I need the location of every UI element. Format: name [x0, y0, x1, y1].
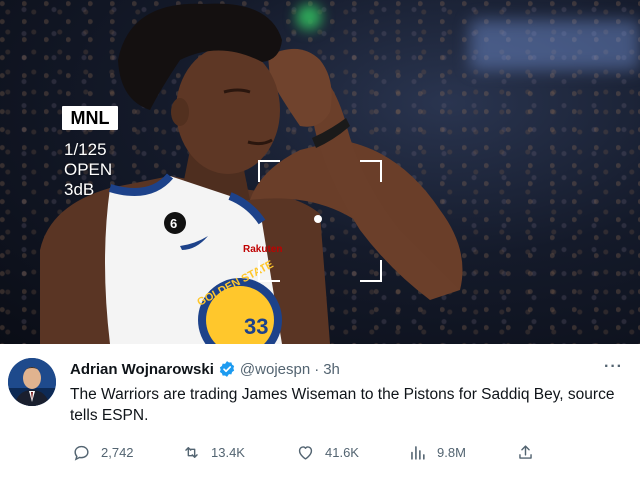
views-icon: [411, 445, 425, 460]
retweet-button[interactable]: 13.4K: [182, 440, 245, 464]
retweet-icon: [185, 446, 198, 458]
avatar-image: [8, 358, 56, 406]
tweet-text: The Warriors are trading James Wiseman t…: [70, 386, 615, 424]
avatar[interactable]: [8, 358, 56, 406]
tweet-media-photo[interactable]: 33 GOLDEN STATE 6 Rakuten MNL 1/125 OPEN…: [0, 0, 640, 344]
more-icon[interactable]: ···: [604, 358, 623, 376]
separator-dot: ·: [314, 360, 320, 378]
jersey-patch-number: 6: [170, 216, 177, 231]
reply-count: 2,742: [101, 444, 134, 460]
author-handle[interactable]: @wojespn: [240, 361, 310, 378]
verified-badge-icon: [219, 361, 235, 377]
reply-icon: [74, 445, 89, 461]
like-count: 41.6K: [325, 444, 359, 460]
retweet-count: 13.4K: [211, 444, 245, 460]
reply-button[interactable]: 2,742: [72, 440, 134, 464]
camera-aperture: OPEN: [64, 160, 113, 179]
like-button[interactable]: 41.6K: [296, 440, 359, 464]
camera-mode-badge: MNL: [62, 106, 118, 130]
tweet-timestamp[interactable]: 3h: [323, 361, 340, 378]
share-icon: [519, 444, 532, 459]
focus-point-icon: [314, 215, 322, 223]
author-name[interactable]: Adrian Wojnarowski: [70, 361, 214, 378]
tweet-header: Adrian Wojnarowski @wojespn · 3h: [70, 360, 340, 378]
views-count: 9.8M: [437, 444, 466, 460]
tweet-actions: 2,742 13.4K 41.6K 9.8M: [70, 440, 550, 464]
camera-gain: 3dB: [64, 180, 95, 199]
share-button[interactable]: [516, 440, 535, 464]
jersey-big-number: 33: [244, 314, 268, 339]
tweet-card[interactable]: Adrian Wojnarowski @wojespn · 3h ··· The…: [0, 344, 640, 480]
camera-focus-frame: [258, 160, 382, 282]
like-icon: [298, 445, 313, 460]
views-button[interactable]: 9.8M: [408, 440, 466, 464]
camera-shutter: 1/125: [64, 140, 107, 159]
